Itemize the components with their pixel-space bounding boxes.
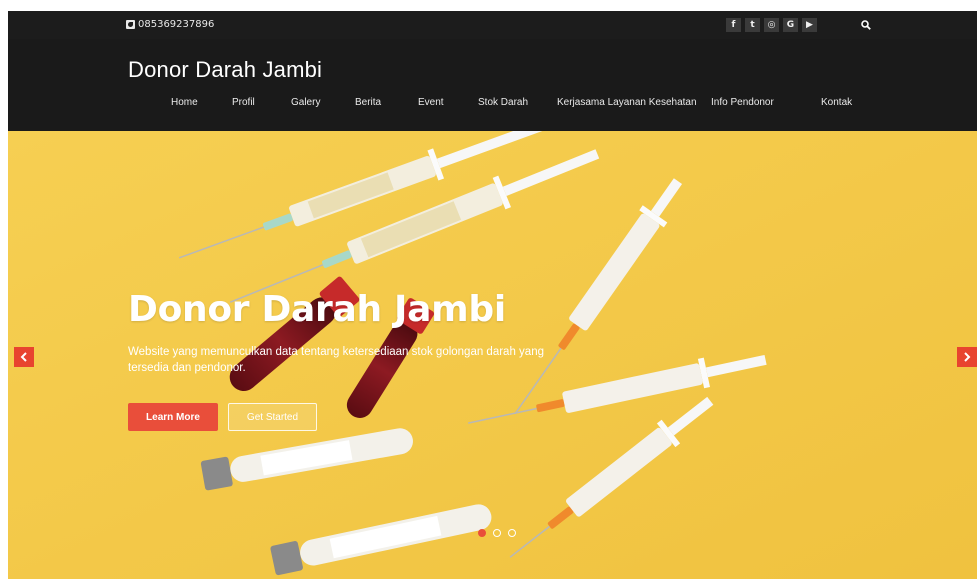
site-brand[interactable]: Donor Darah Jambi [128, 57, 322, 83]
instagram-icon[interactable]: ◎ [764, 18, 779, 32]
nav-home[interactable]: Home [171, 97, 198, 108]
nav-berita[interactable]: Berita [355, 97, 381, 108]
nav-stok-darah[interactable]: Stok Darah [478, 97, 528, 108]
phone-contact: 085369237896 [126, 19, 214, 30]
site-header: Donor Darah Jambi Home Profil Galery Ber… [8, 39, 977, 131]
main-nav: Home Profil Galery Berita Event Stok Dar… [8, 97, 977, 113]
slider-dot[interactable] [508, 529, 516, 537]
search-icon[interactable] [861, 20, 871, 30]
nav-profil[interactable]: Profil [232, 97, 255, 108]
nav-kerjasama-layanan-kesehatan[interactable]: Kerjasama Layanan Kesehatan [557, 97, 697, 108]
nav-galery[interactable]: Galery [291, 97, 320, 108]
slider-dots [478, 529, 516, 537]
chevron-right-icon [964, 352, 971, 362]
chevron-left-icon [20, 352, 27, 362]
learn-more-button[interactable]: Learn More [128, 403, 218, 431]
top-bar: 085369237896 f t ◎ G ▶ [8, 11, 977, 39]
youtube-icon[interactable]: ▶ [802, 18, 817, 32]
slider-dot[interactable] [493, 529, 501, 537]
slider-next-button[interactable] [957, 347, 977, 367]
get-started-button[interactable]: Get Started [228, 403, 317, 431]
social-links: f t ◎ G ▶ [726, 18, 817, 32]
slider-dot[interactable] [478, 529, 486, 537]
phone-number: 085369237896 [138, 19, 215, 30]
nav-kontak[interactable]: Kontak [821, 97, 852, 108]
hero-title: Donor Darah Jambi [128, 289, 506, 330]
slider-prev-button[interactable] [14, 347, 34, 367]
twitter-icon[interactable]: t [745, 18, 760, 32]
hero-subtitle: Website yang memunculkan data tentang ke… [128, 346, 544, 374]
hero-slider: Donor Darah Jambi Website yang memunculk… [8, 131, 977, 579]
google-icon[interactable]: G [783, 18, 798, 32]
facebook-icon[interactable]: f [726, 18, 741, 32]
nav-event[interactable]: Event [418, 97, 444, 108]
phone-icon [126, 20, 135, 29]
nav-info-pendonor[interactable]: Info Pendonor [711, 97, 774, 108]
page-frame: 085369237896 f t ◎ G ▶ Donor Darah Jambi… [8, 11, 977, 579]
